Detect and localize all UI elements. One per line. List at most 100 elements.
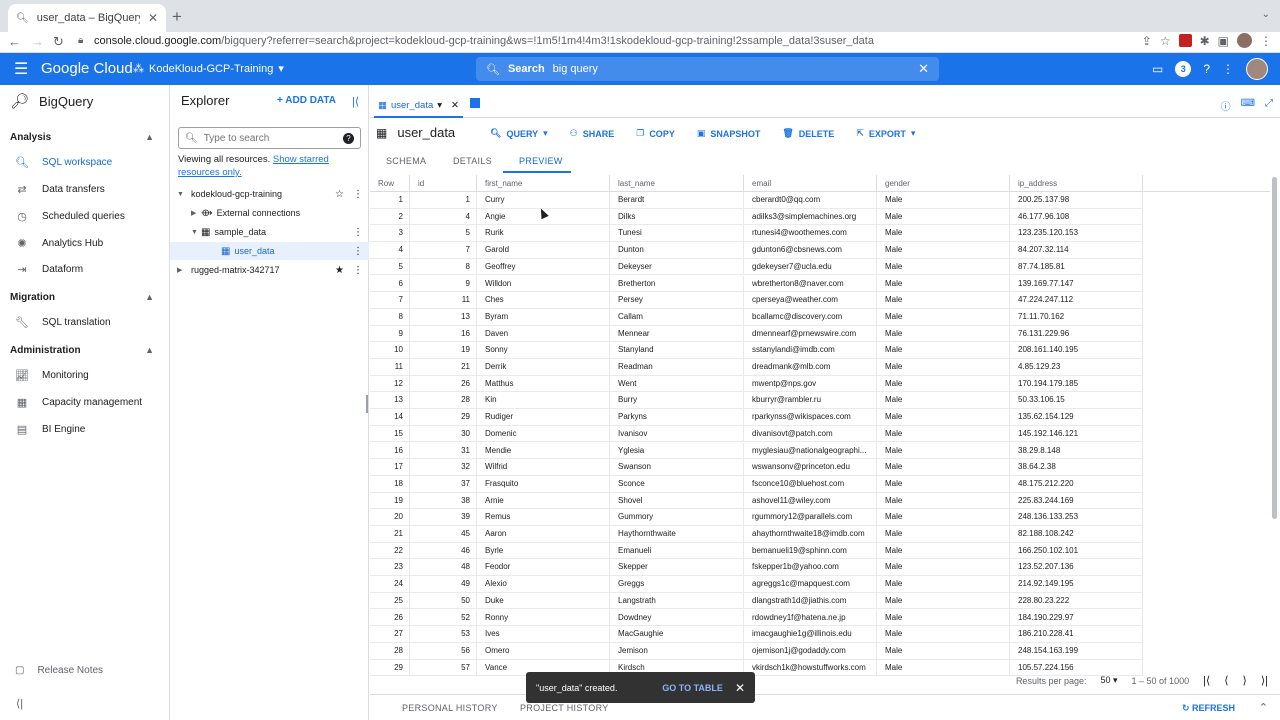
cell-row[interactable]: 14: [370, 409, 410, 426]
cell-row[interactable]: 7: [370, 292, 410, 309]
caret-down-icon[interactable]: ▼: [191, 229, 201, 236]
more-icon[interactable]: ⋮: [1222, 62, 1234, 76]
nav-item-sql-translation[interactable]: 🔧︎ SQL translation: [0, 310, 170, 334]
clear-icon[interactable]: ✕: [918, 61, 929, 77]
table-row[interactable]: 6 9 Willdon Bretherton wbretherton8@naver.co…: [370, 275, 1143, 293]
cell-first-name[interactable]: Ches: [477, 292, 610, 309]
table-row[interactable]: 2 4 Angie Dilks adilks3@simplemachines.org Ma…: [370, 208, 1143, 226]
tab-preview[interactable]: PREVIEW: [519, 156, 563, 166]
column-header-row[interactable]: Row: [370, 175, 410, 192]
cell-email[interactable]: fsconce10@bluehost.com: [744, 475, 877, 493]
cell-gender[interactable]: Male: [877, 492, 1010, 510]
extension-icon[interactable]: [1178, 34, 1192, 47]
cell-ip-address[interactable]: 170.194.179.185: [1010, 375, 1143, 393]
cell-last-name[interactable]: Yglesia: [610, 442, 744, 460]
project-picker[interactable]: ⁂ KodeKloud-GCP-Training ▾: [133, 62, 284, 76]
star-icon[interactable]: ☆: [1160, 34, 1171, 48]
cell-first-name[interactable]: Mendie: [477, 442, 610, 460]
snapshot-button[interactable]: ▣ SNAPSHOT: [697, 128, 761, 139]
chevron-up-icon[interactable]: ▲: [145, 132, 154, 142]
table-row[interactable]: 3 5 Rurik Tunesi rtunesi4@woothemes.com Male 1…: [370, 225, 1143, 243]
go-to-table-button[interactable]: GO TO TABLE: [662, 683, 723, 693]
cell-id[interactable]: 16: [410, 325, 477, 343]
cell-first-name[interactable]: Arnie: [477, 492, 610, 510]
chevron-up-icon[interactable]: ▲: [145, 345, 154, 355]
avatar[interactable]: [1246, 58, 1268, 80]
cell-ip-address[interactable]: 145.192.146.121: [1010, 425, 1143, 443]
close-icon[interactable]: ✕: [451, 100, 459, 111]
cell-id[interactable]: 1: [410, 192, 477, 209]
cell-id[interactable]: 38: [410, 492, 477, 510]
cell-id[interactable]: 30: [410, 425, 477, 443]
cell-id[interactable]: 52: [410, 609, 477, 627]
section-analysis[interactable]: Analysis ▲: [10, 132, 160, 143]
nav-item-analytics-hub[interactable]: ✺ Analytics Hub: [0, 231, 170, 255]
cell-last-name[interactable]: Shovel: [610, 492, 744, 510]
cell-row[interactable]: 12: [370, 375, 410, 393]
cell-ip-address[interactable]: 228.80.23.222: [1010, 592, 1143, 610]
table-row[interactable]: 14 29 Rudiger Parkyns rparkynss@wikispaces.c…: [370, 409, 1143, 426]
first-page-icon[interactable]: |⟨: [1203, 674, 1210, 687]
close-icon[interactable]: ✕: [148, 11, 158, 25]
cell-id[interactable]: 11: [410, 292, 477, 309]
cell-last-name[interactable]: Berardt: [610, 192, 744, 209]
cell-first-name[interactable]: Ronny: [477, 609, 610, 627]
cell-gender[interactable]: Male: [877, 208, 1010, 226]
cell-gender[interactable]: Male: [877, 425, 1010, 443]
cell-id[interactable]: 19: [410, 342, 477, 359]
cell-email[interactable]: ashovel11@wiley.com: [744, 492, 877, 510]
caret-down-icon[interactable]: ▼: [177, 191, 187, 198]
cell-gender[interactable]: Male: [877, 342, 1010, 359]
info-icon[interactable]: ⓘ: [1221, 98, 1231, 113]
sidebar-icon[interactable]: ▣: [1218, 34, 1229, 48]
cell-email[interactable]: sstanylandi@imdb.com: [744, 342, 877, 359]
more-icon[interactable]: ⋮: [353, 227, 363, 238]
cell-ip-address[interactable]: 166.250.102.101: [1010, 542, 1143, 560]
cell-gender[interactable]: Male: [877, 242, 1010, 259]
cell-email[interactable]: cperseya@weather.com: [744, 292, 877, 309]
prev-page-icon[interactable]: ⟨: [1224, 674, 1228, 687]
caret-down-icon[interactable]: ▾: [437, 100, 442, 111]
cell-ip-address[interactable]: 48.175.212.220: [1010, 475, 1143, 493]
cell-ip-address[interactable]: 38.29.8.148: [1010, 442, 1143, 460]
table-row[interactable]: 1 1 Curry Berardt cberardt0@qq.com Male 200.25…: [370, 192, 1143, 209]
cell-last-name[interactable]: Persey: [610, 292, 744, 309]
cell-gender[interactable]: Male: [877, 459, 1010, 476]
cell-row[interactable]: 5: [370, 258, 410, 276]
more-icon[interactable]: ⋮: [353, 265, 363, 276]
cell-last-name[interactable]: Haythornthwaite: [610, 526, 744, 543]
column-header-id[interactable]: id: [410, 175, 477, 192]
star-filled-icon[interactable]: ★: [335, 265, 344, 276]
table-row[interactable]: 9 16 Daven Mennear dmennearf@prnewswire.com M…: [370, 325, 1143, 343]
nav-item-dataform[interactable]: ⇥ Dataform: [0, 257, 170, 281]
cell-last-name[interactable]: Tunesi: [610, 225, 744, 243]
cell-first-name[interactable]: Aaron: [477, 526, 610, 543]
cell-first-name[interactable]: Remus: [477, 509, 610, 526]
cell-row[interactable]: 11: [370, 359, 410, 376]
cell-id[interactable]: 13: [410, 308, 477, 326]
nav-item-bi-engine[interactable]: ▤ BI Engine: [0, 417, 170, 441]
cell-row[interactable]: 20: [370, 509, 410, 526]
cell-gender[interactable]: Male: [877, 392, 1010, 410]
cell-ip-address[interactable]: 84.207.32.114: [1010, 242, 1143, 259]
cell-first-name[interactable]: Matthus: [477, 375, 610, 393]
help-icon[interactable]: ?: [1203, 62, 1210, 76]
cell-last-name[interactable]: Gummory: [610, 509, 744, 526]
cell-gender[interactable]: Male: [877, 308, 1010, 326]
cell-id[interactable]: 56: [410, 642, 477, 660]
cell-id[interactable]: 37: [410, 475, 477, 493]
cell-gender[interactable]: Male: [877, 475, 1010, 493]
cell-ip-address[interactable]: 200.25.137.98: [1010, 192, 1143, 209]
delete-button[interactable]: 🗑︎ DELETE: [782, 128, 834, 139]
cell-last-name[interactable]: Dilks: [610, 208, 744, 226]
table-row[interactable]: 5 8 Geoffrey Dekeyser gdekeyser7@ucla.edu Mal…: [370, 258, 1143, 276]
table-row[interactable]: 8 13 Byram Callam bcallamc@discovery.com Male…: [370, 308, 1143, 326]
cell-id[interactable]: 7: [410, 242, 477, 259]
tab-details[interactable]: DETAILS: [453, 156, 492, 166]
column-header-gender[interactable]: gender: [877, 175, 1010, 192]
table-row[interactable]: 4 7 Garold Dunton gdunton6@cbsnews.com Male 84…: [370, 242, 1143, 259]
cell-gender[interactable]: Male: [877, 576, 1010, 593]
cell-email[interactable]: gdekeyser7@ucla.edu: [744, 258, 877, 276]
close-icon[interactable]: ✕: [735, 681, 745, 695]
table-row[interactable]: 28 56 Omero Jemison ojemison1j@godaddy.com Ma…: [370, 642, 1143, 660]
